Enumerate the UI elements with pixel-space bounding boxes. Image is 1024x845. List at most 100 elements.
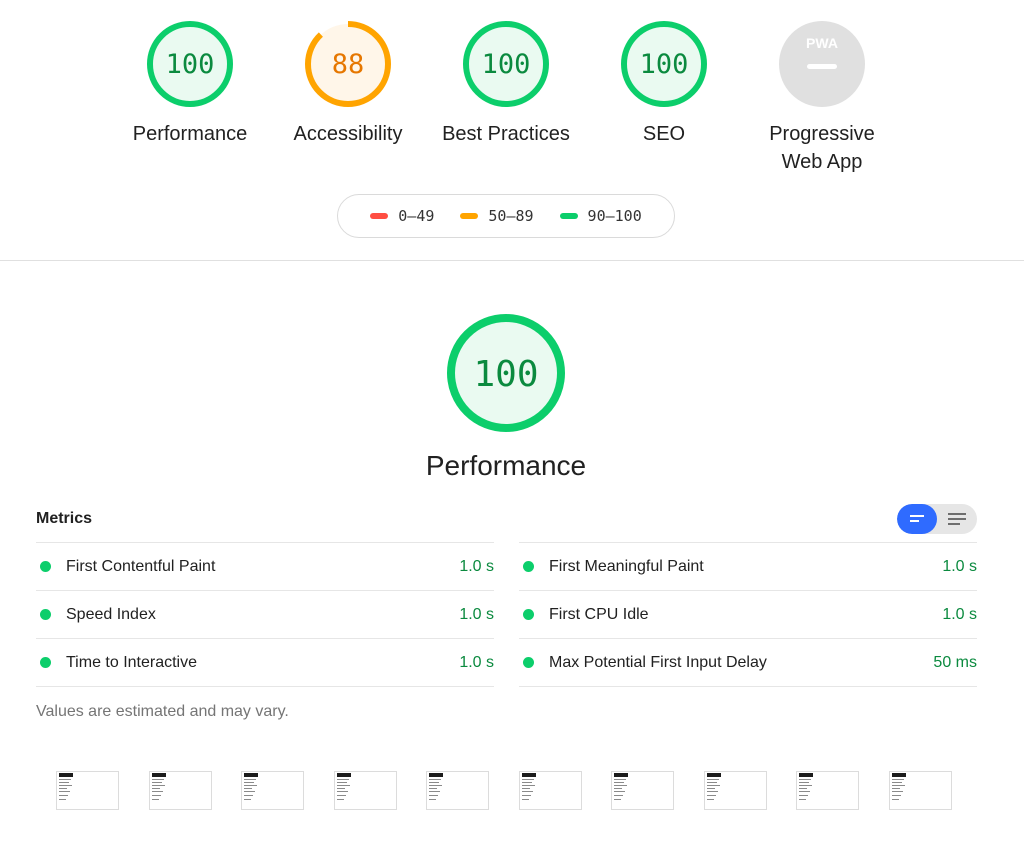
frame-text-line [522,791,533,792]
frame-header-bar [152,773,166,777]
metric-value: 1.0 s [459,653,494,671]
expanded-view-button[interactable] [937,504,977,534]
legend-average: 50–89 [460,207,534,225]
accessibility-score-ring: 88 [305,21,391,107]
frame-text-line [59,779,71,780]
pwa-label: Progressive Web App [742,120,902,176]
seo-score: 100 [640,49,689,80]
frame-text-line [892,788,900,789]
frame-text-line [522,788,530,789]
frame-text-line [799,782,809,783]
metric-value: 50 ms [933,653,977,671]
compact-view-button[interactable] [897,504,937,534]
frame-text-line [244,782,254,783]
main-score: 100 [473,354,538,395]
frame-text-line [337,788,345,789]
frame-text-line [522,795,531,796]
frame-text-line [799,795,808,796]
gauge-best-practices[interactable]: 100 Best Practices [426,18,586,148]
metric-value: 1.0 s [942,605,977,623]
frame-text-line [337,782,347,783]
frame-text-line [429,782,439,783]
filmstrip-frame [241,771,304,810]
frame-text-line [244,788,252,789]
metric-name: First Meaningful Paint [549,557,704,575]
frame-text-line [429,779,441,780]
metrics-heading: Metrics [36,510,93,527]
metric-row: First Contentful Paint 1.0 s [36,542,494,590]
accessibility-score: 88 [332,49,365,80]
metric-value: 1.0 s [459,605,494,623]
frame-text-line [244,791,255,792]
best-practices-label: Best Practices [442,123,570,145]
frame-text-line [892,795,901,796]
frame-text-line [707,799,714,800]
metric-name: Time to Interactive [66,653,198,671]
gauge-pwa[interactable]: PWA Progressive Web App [742,18,902,176]
frame-text-line [429,788,437,789]
frame-header-bar [522,773,536,777]
frame-text-line [522,799,529,800]
estimate-note: Values are estimated and may vary. [36,703,289,720]
frame-text-line [429,799,436,800]
metric-name: First Contentful Paint [66,557,216,575]
frame-text-line [59,795,68,796]
legend-pass-range: 90–100 [587,207,642,225]
average-bar-icon [460,213,479,219]
frame-text-line [59,791,70,792]
pwa-badge: PWA [779,21,865,107]
frame-text-line [152,791,163,792]
frame-text-line [707,791,718,792]
accessibility-label: Accessibility [293,123,403,145]
metric-name: First CPU Idle [549,605,649,623]
legend-average-range: 50–89 [488,207,534,225]
gauge-accessibility[interactable]: 88 Accessibility [268,18,428,148]
performance-score-ring: 100 [147,21,233,107]
frame-text-line [614,779,626,780]
frame-text-line [522,785,535,786]
main-performance-gauge: 100 [445,312,567,439]
filmstrip-frame [611,771,674,810]
frame-text-line [59,799,66,800]
frame-text-line [337,799,344,800]
pass-dot-icon [40,609,51,620]
frame-text-line [707,785,720,786]
frame-text-line [152,779,164,780]
pwa-label-line1: Progressive [769,123,875,145]
frame-header-bar [614,773,628,777]
frame-header-bar [799,773,813,777]
frame-header-bar [707,773,721,777]
frame-text-line [337,791,348,792]
frame-text-line [429,795,438,796]
metric-row: Speed Index 1.0 s [36,590,494,638]
frame-text-line [707,782,717,783]
legend-pass: 90–100 [559,207,642,225]
seo-label: SEO [642,123,686,145]
frame-text-line [244,785,257,786]
frame-text-line [892,791,903,792]
metrics-view-toggle[interactable] [897,504,977,534]
metric-name: Speed Index [66,605,156,623]
frame-text-line [59,788,67,789]
compact-view-icon [910,515,924,522]
frame-text-line [892,799,899,800]
frame-text-line [614,795,623,796]
frame-text-line [244,779,256,780]
frame-text-line [244,795,253,796]
pwa-dash-icon [807,64,837,69]
frame-header-bar [244,773,258,777]
frame-text-line [892,785,905,786]
filmstrip-frame [149,771,212,810]
frame-text-line [337,779,349,780]
pass-dot-icon [40,657,51,668]
frame-text-line [337,785,350,786]
metrics-right-column: First Meaningful Paint 1.0 s First CPU I… [519,542,977,687]
frame-header-bar [59,773,73,777]
pwa-label-line2: Web App [781,151,863,173]
metric-row: First CPU Idle 1.0 s [519,590,977,638]
performance-label: Performance [132,123,248,145]
gauge-performance[interactable]: 100 Performance [110,18,270,148]
metric-row: First Meaningful Paint 1.0 s [519,542,977,590]
gauge-seo[interactable]: 100 SEO [584,18,744,148]
frame-text-line [799,779,811,780]
